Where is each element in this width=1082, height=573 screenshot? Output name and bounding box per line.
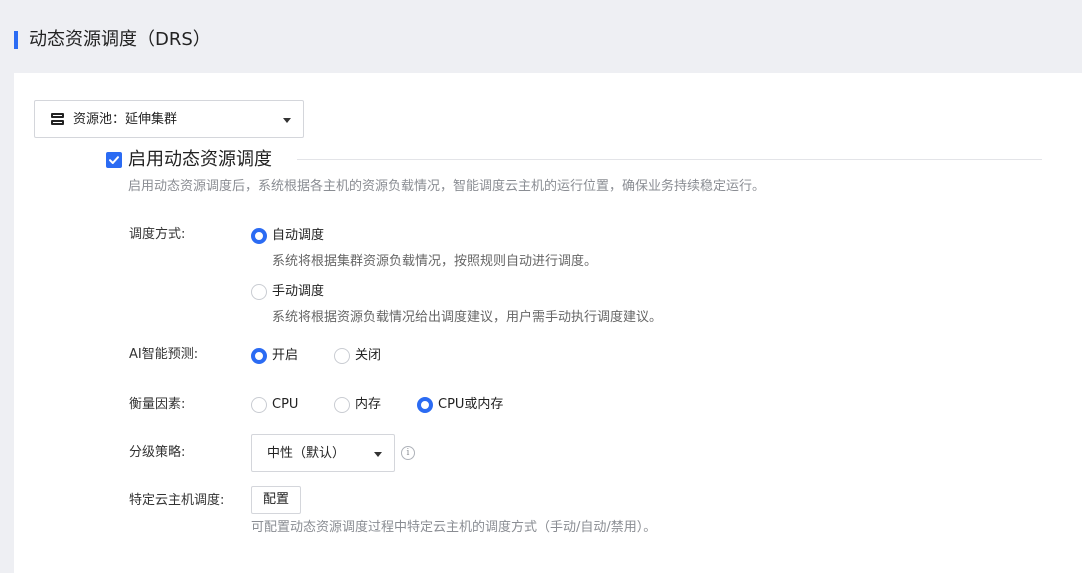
strategy-value: 中性（默认）: [267, 446, 346, 461]
auto-schedule-label[interactable]: 自动调度: [272, 227, 324, 245]
enable-drs-description: 启用动态资源调度后，系统根据各主机的资源负载情况，智能调度云主机的运行位置，确保…: [128, 179, 766, 194]
drs-settings-panel: 资源池：延伸集群 启用动态资源调度 启用动态资源调度后，系统根据各主机的资源负载…: [14, 73, 1082, 573]
metric-label: 衡量因素:: [129, 397, 186, 412]
radio-metric-cpu[interactable]: [251, 397, 267, 413]
resource-pool-select[interactable]: 资源池：延伸集群: [34, 100, 304, 138]
specific-vm-description: 可配置动态资源调度过程中特定云主机的调度方式（手动/自动/禁用）。: [251, 520, 657, 535]
manual-schedule-label[interactable]: 手动调度: [272, 283, 324, 301]
radio-manual-schedule[interactable]: [251, 284, 267, 300]
radio-metric-memory[interactable]: [334, 397, 350, 413]
chevron-down-icon: [283, 118, 291, 123]
schedule-mode-label: 调度方式:: [129, 227, 186, 242]
enable-drs-checkbox[interactable]: [106, 152, 122, 168]
radio-ai-on[interactable]: [251, 348, 267, 364]
auto-schedule-description: 系统将根据集群资源负载情况，按照规则自动进行调度。: [272, 254, 598, 269]
specific-vm-label: 特定云主机调度:: [129, 493, 225, 508]
info-icon[interactable]: i: [401, 446, 415, 460]
resource-pool-label: 资源池：延伸集群: [73, 112, 178, 127]
radio-metric-cpu-or-memory[interactable]: [417, 397, 433, 413]
enable-drs-label[interactable]: 启用动态资源调度: [128, 148, 272, 172]
ai-on-label[interactable]: 开启: [272, 347, 298, 365]
metric-cpu-or-memory-label[interactable]: CPU或内存: [438, 396, 503, 414]
title-accent-bar: [14, 31, 18, 49]
section-divider: [297, 159, 1042, 160]
strategy-select[interactable]: 中性（默认）: [251, 434, 395, 472]
ai-prediction-label: AI智能预测:: [129, 347, 199, 362]
metric-memory-label[interactable]: 内存: [355, 396, 381, 414]
radio-ai-off[interactable]: [334, 348, 350, 364]
page-title: 动态资源调度（DRS）: [29, 29, 211, 50]
radio-auto-schedule[interactable]: [251, 228, 267, 244]
manual-schedule-description: 系统将根据资源负载情况给出调度建议，用户需手动执行调度建议。: [272, 310, 663, 325]
checkmark-icon: [109, 156, 119, 164]
configure-button[interactable]: 配置: [251, 486, 301, 514]
page-header: 动态资源调度（DRS）: [0, 0, 1082, 72]
server-icon: [51, 113, 64, 126]
chevron-down-icon: [374, 452, 382, 457]
metric-cpu-label[interactable]: CPU: [272, 396, 298, 414]
strategy-label: 分级策略:: [129, 445, 186, 460]
ai-off-label[interactable]: 关闭: [355, 347, 381, 365]
